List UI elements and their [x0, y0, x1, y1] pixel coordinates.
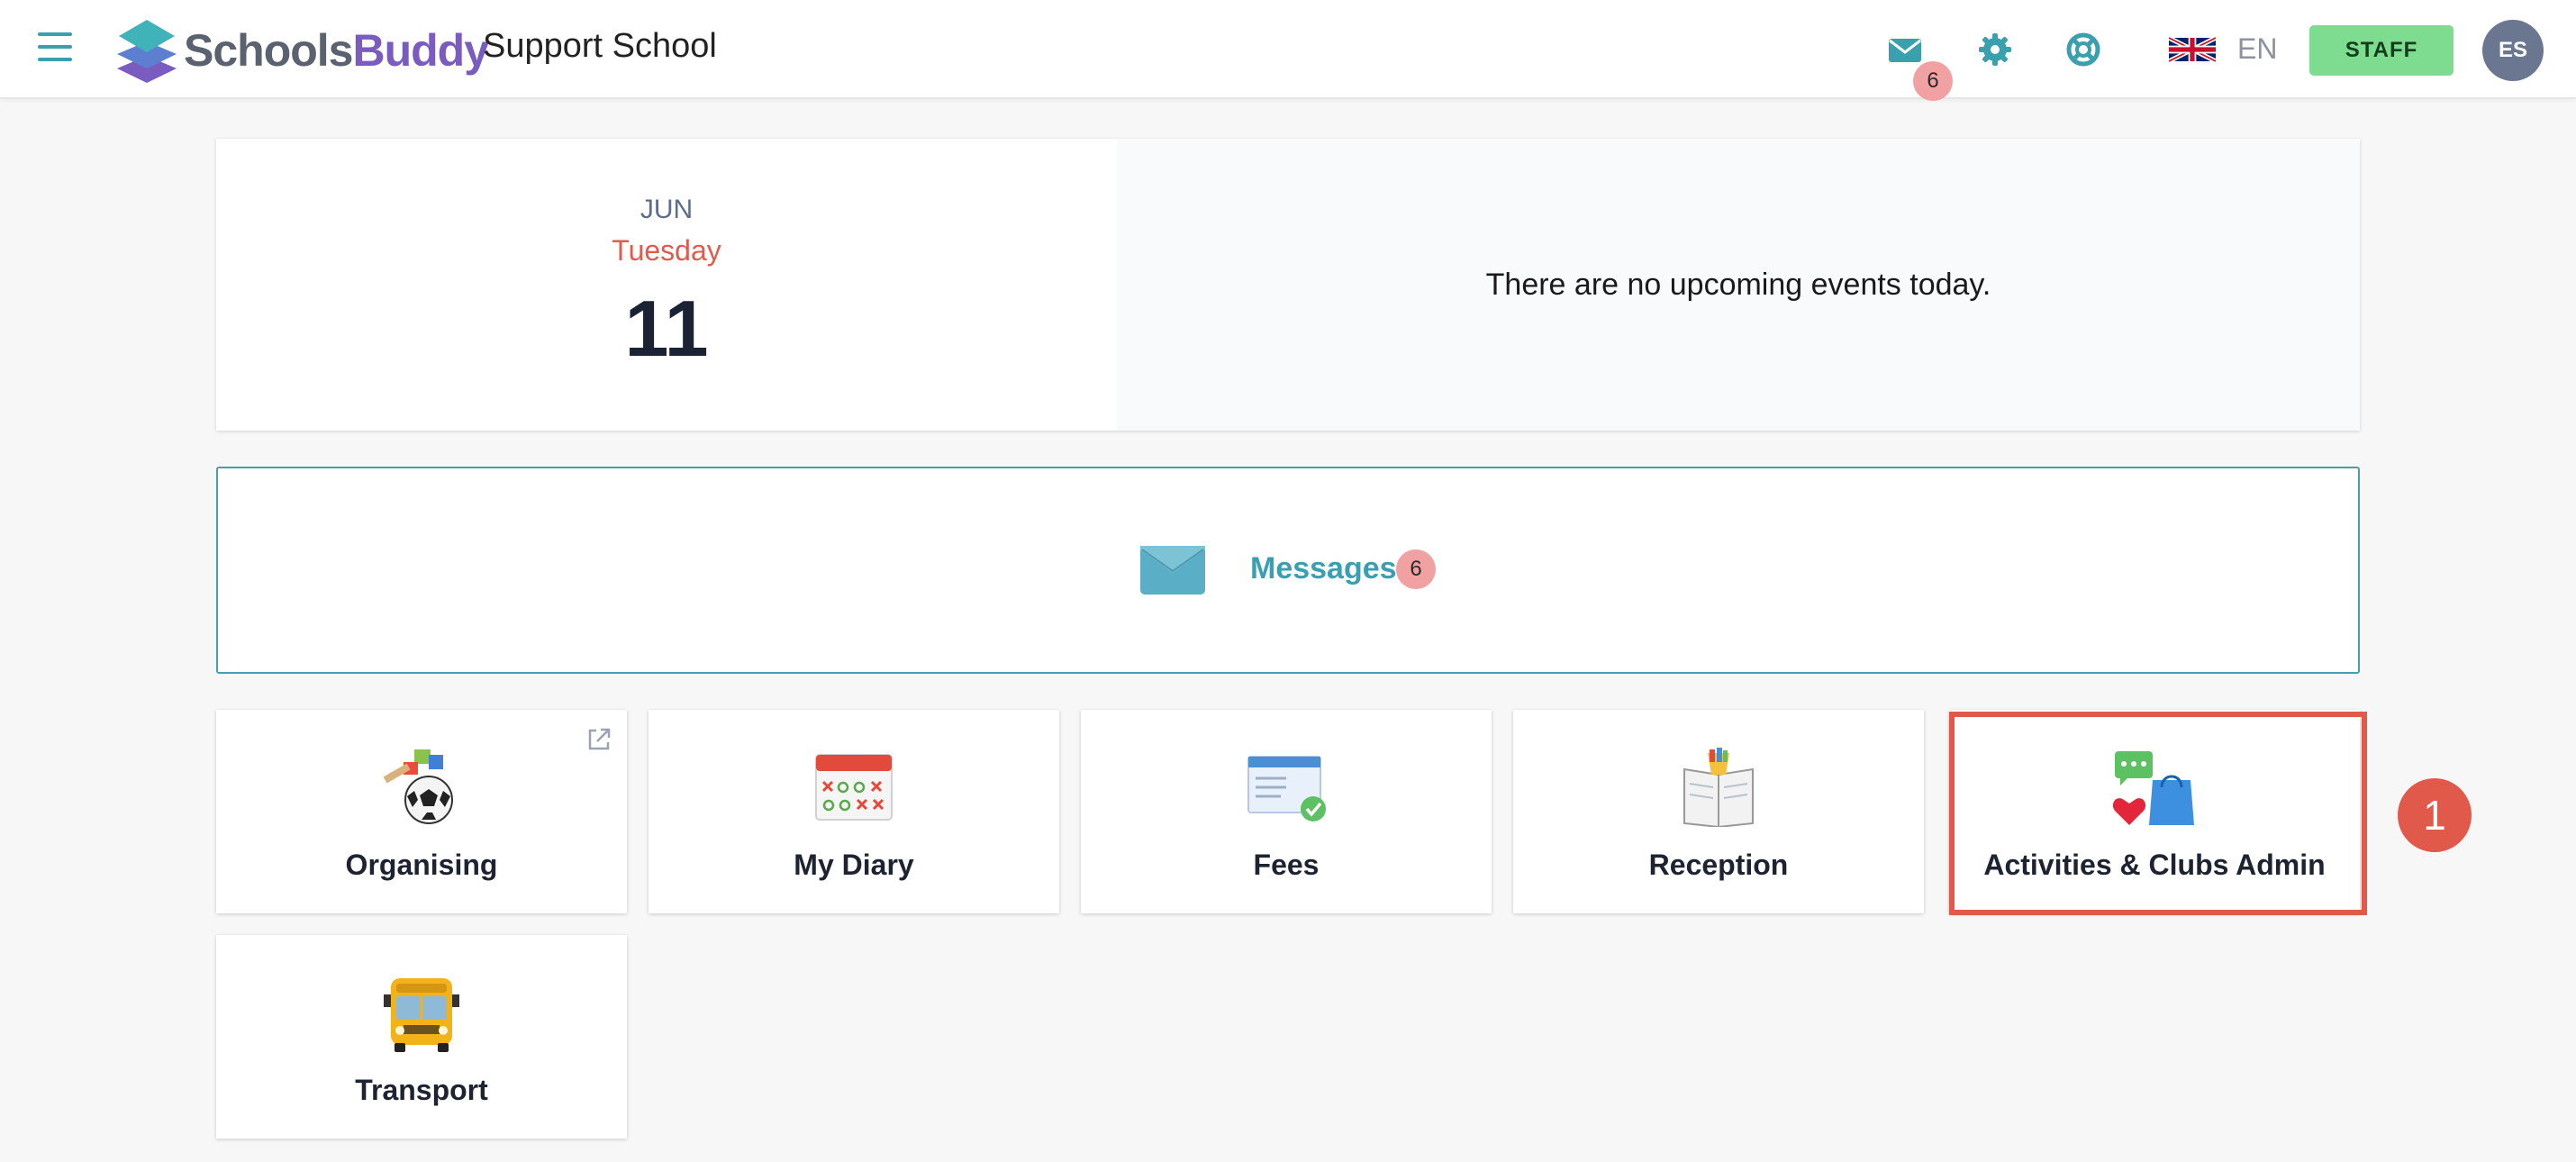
logo-layers-icon	[117, 20, 177, 83]
activities-bag-icon	[2112, 751, 2194, 825]
envelope-icon	[1140, 546, 1205, 595]
step-number-marker: 1	[2398, 778, 2472, 852]
staff-role-button[interactable]: STAFF	[2309, 25, 2454, 76]
menu-icon[interactable]	[38, 32, 72, 61]
envelope-icon[interactable]	[1886, 31, 1924, 68]
tile-label-fees: Fees	[1253, 849, 1320, 881]
no-events-message: There are no upcoming events today.	[1485, 267, 1991, 302]
tile-label-reception: Reception	[1648, 849, 1789, 881]
tile-fees[interactable]: Fees	[1081, 710, 1492, 913]
lifebuoy-icon[interactable]	[2064, 31, 2102, 68]
external-link-icon[interactable]	[585, 726, 612, 753]
today-card: JUN Tuesday 11 There are no upcoming eve…	[216, 139, 2360, 431]
message-count-badge: 6	[1913, 61, 1953, 101]
messages-count-badge: 6	[1396, 549, 1436, 589]
language-selector[interactable]: EN	[2169, 32, 2277, 66]
messages-link[interactable]: Messages	[1250, 551, 1397, 586]
tile-organising[interactable]: Organising	[216, 710, 627, 913]
logo-text-schools: Schools	[184, 25, 353, 76]
tile-label-organising: Organising	[345, 849, 498, 881]
messages-card[interactable]: Messages 6	[216, 467, 2360, 674]
uk-flag-icon	[2169, 35, 2216, 63]
user-avatar[interactable]: ES	[2482, 20, 2544, 81]
date-weekday: Tuesday	[612, 234, 721, 267]
events-panel: There are no upcoming events today.	[1117, 139, 2360, 431]
school-name: Support School	[483, 27, 717, 65]
logo-text: SchoolsBuddy	[184, 24, 489, 77]
logo-text-buddy: Buddy	[352, 25, 489, 76]
tile-reception[interactable]: Reception	[1513, 710, 1924, 913]
calendar-icon	[815, 754, 893, 821]
tile-transport[interactable]: Transport	[216, 935, 627, 1139]
school-bus-icon	[384, 978, 459, 1052]
language-code: EN	[2237, 32, 2278, 65]
tile-label-my-diary: My Diary	[794, 849, 914, 881]
top-navigation-bar: SchoolsBuddy Support School 6 EN STAFF E…	[0, 0, 2576, 101]
organising-icon	[383, 749, 453, 824]
reception-book-icon	[1683, 748, 1754, 827]
date-panel: JUN Tuesday 11	[216, 139, 1117, 431]
date-month: JUN	[639, 195, 694, 224]
schoolsbuddy-logo[interactable]: SchoolsBuddy	[115, 16, 489, 85]
tile-label-transport: Transport	[355, 1074, 488, 1106]
tile-my-diary[interactable]: My Diary	[649, 710, 1059, 913]
fees-check-icon	[1247, 756, 1326, 822]
tile-label-activities-clubs-admin: Activities & Clubs Admin	[1983, 849, 2326, 881]
date-day-number: 11	[624, 284, 709, 373]
gear-icon[interactable]	[1976, 31, 2014, 68]
tile-activities-clubs-admin[interactable]: Activities & Clubs Admin	[1949, 710, 2360, 913]
